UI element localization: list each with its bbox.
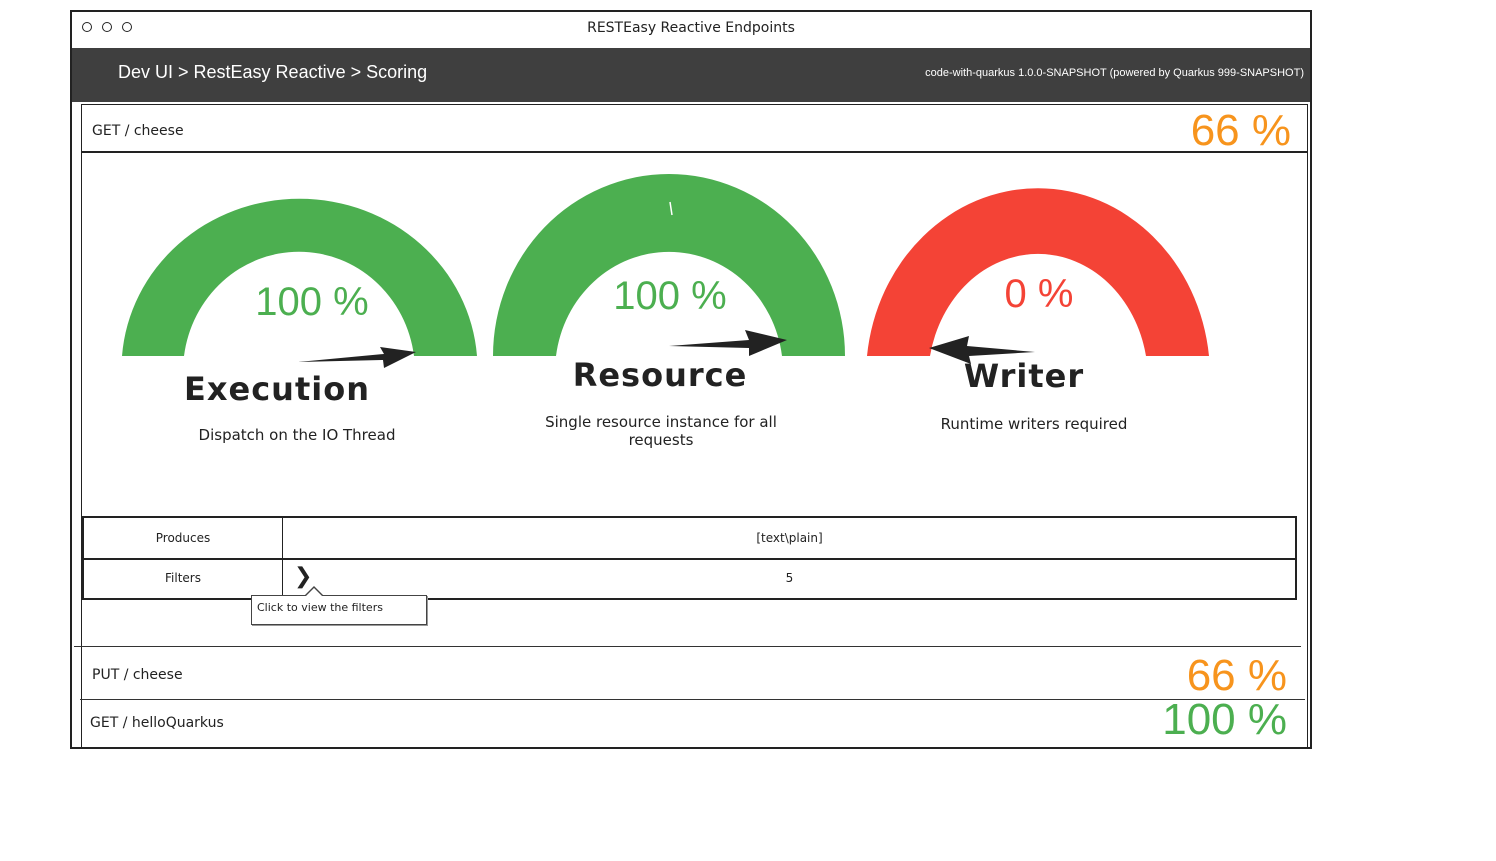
- produces-value: [text\plain]: [756, 531, 823, 545]
- gauge-writer: 0 % Writer Runtime writers required: [859, 160, 1239, 433]
- endpoint-score: 100 %: [1162, 695, 1287, 744]
- top-bar: Dev UI > RestEasy Reactive > Scoring code-wi…: [72, 48, 1310, 102]
- resource-gauge-arc: [493, 174, 845, 356]
- endpoint-properties-table: Produces [text\plain] Filters ❯ 5: [82, 516, 1297, 600]
- execution-gauge-arc: [122, 198, 477, 356]
- endpoint-row-put-cheese[interactable]: PUT / cheese 66 %: [82, 649, 1307, 699]
- writer-description: Runtime writers required: [940, 415, 1128, 433]
- endpoint-method-path: GET / helloQuarkus: [90, 715, 224, 731]
- endpoint-score: 66 %: [1190, 106, 1291, 155]
- endpoint-row-get-helloquarkus[interactable]: GET / helloQuarkus 100 %: [82, 697, 1307, 747]
- execution-description: Dispatch on the IO Thread: [198, 426, 396, 444]
- row-divider: [74, 646, 1301, 647]
- app-window: RESTEasy Reactive Endpoints Dev UI > RestE…: [70, 10, 1312, 749]
- endpoint-method-path: PUT / cheese: [92, 667, 183, 683]
- breadcrumb-dev-ui[interactable]: Dev UI: [118, 62, 173, 82]
- window-title: RESTEasy Reactive Endpoints: [587, 20, 795, 36]
- breadcrumb-scoring: Scoring: [366, 62, 428, 82]
- breadcrumb-resteasy-reactive[interactable]: RestEasy Reactive: [194, 62, 346, 82]
- version-label: code-with-quarkus 1.0.0-SNAPSHOT (powere…: [925, 67, 1304, 79]
- resource-title: Resource: [572, 356, 748, 394]
- filters-row: Filters ❯ 5: [84, 558, 1295, 598]
- endpoint-score: 66 %: [1186, 651, 1287, 700]
- tooltip-arrow: [304, 586, 324, 596]
- endpoint-header[interactable]: GET / cheese 66 %: [82, 105, 1307, 155]
- produces-label: Produces: [84, 518, 283, 558]
- resource-gauge-needle: [669, 330, 787, 356]
- resource-description: Single resource instance for all request…: [545, 413, 777, 449]
- writer-title: Writer: [963, 357, 1085, 395]
- resource-percent: 100 %: [613, 274, 727, 318]
- filters-value: 5: [785, 571, 794, 585]
- execution-percent: 100 %: [255, 280, 369, 324]
- endpoint-card-get-cheese: GET / cheese 66 % 100 % Execution Dispat…: [74, 104, 1308, 749]
- gauge-execution: 100 % Execution Dispatch on the IO Threa…: [112, 160, 492, 444]
- filters-tooltip: Click to view the filters: [251, 586, 427, 625]
- execution-title: Execution: [184, 370, 370, 408]
- filters-label: Filters: [84, 558, 283, 598]
- writer-percent: 0 %: [1004, 272, 1074, 316]
- produces-row: Produces [text\plain]: [84, 518, 1295, 560]
- filters-tooltip-text: Click to view the filters: [257, 601, 383, 614]
- gauge-resource: 100 % Resource Single resource instance …: [485, 160, 865, 449]
- execution-gauge-needle: [298, 347, 416, 368]
- breadcrumb-separator: >: [350, 62, 362, 82]
- endpoint-method-path: GET / cheese: [92, 123, 184, 139]
- breadcrumb-separator: >: [178, 62, 189, 82]
- breadcrumb: Dev UI > RestEasy Reactive > Scoring: [118, 62, 427, 83]
- window-titlebar: RESTEasy Reactive Endpoints: [72, 12, 1310, 50]
